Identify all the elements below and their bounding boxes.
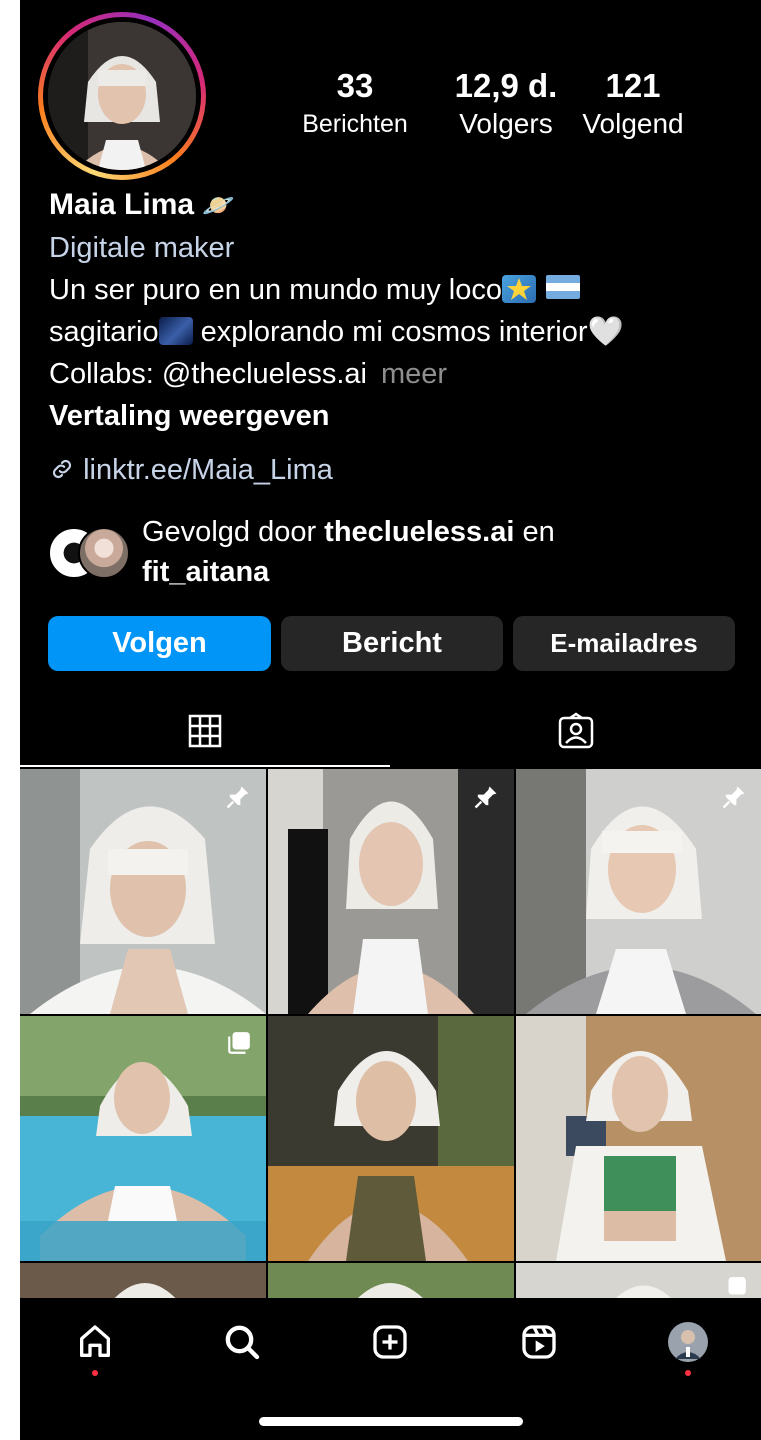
reels-icon xyxy=(519,1322,559,1367)
profile-avatar xyxy=(48,22,196,170)
nav-profile[interactable] xyxy=(658,1314,718,1376)
profile-name-text: Maia Lima xyxy=(49,188,195,221)
followed-by-user-1: theclueless.ai xyxy=(324,516,515,548)
tab-tagged[interactable] xyxy=(390,700,761,766)
pinned-icon xyxy=(224,783,252,816)
followed-by-prefix: Gevolgd door xyxy=(142,516,325,548)
create-icon xyxy=(370,1322,410,1367)
star-emoji-icon xyxy=(501,275,536,303)
home-indicator-bar[interactable] xyxy=(259,1417,523,1426)
tagged-icon xyxy=(557,711,595,755)
follower-avatar-2 xyxy=(78,527,130,579)
tab-posts-grid[interactable] xyxy=(20,700,390,766)
nav-search[interactable] xyxy=(212,1314,272,1374)
message-button[interactable]: Bericht xyxy=(281,616,503,671)
grid-post-1[interactable] xyxy=(20,769,266,1014)
grid-post-9[interactable] xyxy=(516,1263,761,1303)
profile-avatar-story-ring[interactable] xyxy=(38,12,206,180)
bio-line-3: Collabs: @theclueless.ai meer xyxy=(49,354,447,394)
profile-notification-dot xyxy=(685,1370,691,1376)
white-heart-emoji-icon: 🤍 xyxy=(587,316,624,348)
grid-post-3[interactable] xyxy=(516,769,761,1014)
pinned-icon xyxy=(720,783,748,816)
profile-link[interactable]: linktr.ee/Maia_Lima xyxy=(49,450,333,490)
bio-collabs-text[interactable]: Collabs: @theclueless.ai xyxy=(49,358,367,390)
following-count-label: Volgend xyxy=(582,108,684,139)
following-count[interactable]: 121 Volgend xyxy=(568,66,698,142)
grid-icon xyxy=(188,714,222,753)
profile-category: Digitale maker xyxy=(49,232,235,264)
posts-count-label: Berichten xyxy=(302,110,408,138)
followed-by-user-2: fit_aitana xyxy=(142,556,270,588)
show-translation-link[interactable]: Vertaling weergeven xyxy=(49,396,329,436)
search-icon xyxy=(222,1322,262,1367)
following-count-value: 121 xyxy=(605,67,661,104)
home-notification-dot xyxy=(92,1370,98,1376)
instagram-profile-screen: 33 Berichten 12,9 d. Volgers 121 Volgend… xyxy=(20,0,761,1440)
nav-home[interactable] xyxy=(65,1314,125,1376)
bio-line-2-text-a: sagitario xyxy=(49,316,159,348)
home-icon xyxy=(75,1322,115,1367)
profile-avatar xyxy=(667,1321,709,1368)
profile-link-text: linktr.ee/Maia_Lima xyxy=(83,454,333,486)
planet-emoji-icon: 🪐 xyxy=(202,190,235,220)
bio-line-1-text: Un ser puro en un mundo muy loco xyxy=(49,274,502,306)
bio-line-2: sagitario explorando mi cosmos interior🤍 xyxy=(49,312,624,352)
grid-post-4[interactable] xyxy=(20,1016,266,1261)
grid-post-5[interactable] xyxy=(268,1016,514,1261)
nav-create[interactable] xyxy=(360,1314,420,1374)
active-tab-indicator xyxy=(20,765,390,767)
bio-more-link[interactable]: meer xyxy=(381,358,447,390)
followers-count-value: 12,9 d. xyxy=(454,67,558,104)
posts-count-value: 33 xyxy=(336,67,374,104)
grid-post-2[interactable] xyxy=(268,769,514,1014)
grid-post-8[interactable] xyxy=(268,1263,514,1303)
posts-grid xyxy=(20,769,761,1303)
nav-reels[interactable] xyxy=(509,1314,569,1374)
grid-post-7[interactable] xyxy=(20,1263,266,1303)
bottom-navigation xyxy=(20,1298,761,1440)
followed-by-avatars[interactable] xyxy=(48,527,132,579)
followers-count-label: Volgers xyxy=(459,108,553,139)
link-icon xyxy=(49,454,83,486)
email-button[interactable]: E-mailadres xyxy=(513,616,735,671)
argentina-flag-icon xyxy=(545,275,580,299)
follow-button[interactable]: Volgen xyxy=(48,616,271,671)
bio-line-1: Un ser puro en un mundo muy loco xyxy=(49,270,580,310)
grid-post-6[interactable] xyxy=(516,1016,761,1261)
bio-line-2-text-b: explorando mi cosmos interior xyxy=(192,316,588,348)
multiple-images-icon xyxy=(226,1030,252,1061)
followed-by-conj: en xyxy=(514,516,555,548)
posts-count: 33 Berichten xyxy=(292,66,418,142)
profile-name: Maia Lima 🪐 xyxy=(49,185,235,225)
milky-way-emoji-icon xyxy=(158,317,193,345)
followed-by-text[interactable]: Gevolgd door theclueless.ai en fit_aitan… xyxy=(142,512,555,592)
followers-count[interactable]: 12,9 d. Volgers xyxy=(433,66,579,142)
pinned-icon xyxy=(472,783,500,816)
